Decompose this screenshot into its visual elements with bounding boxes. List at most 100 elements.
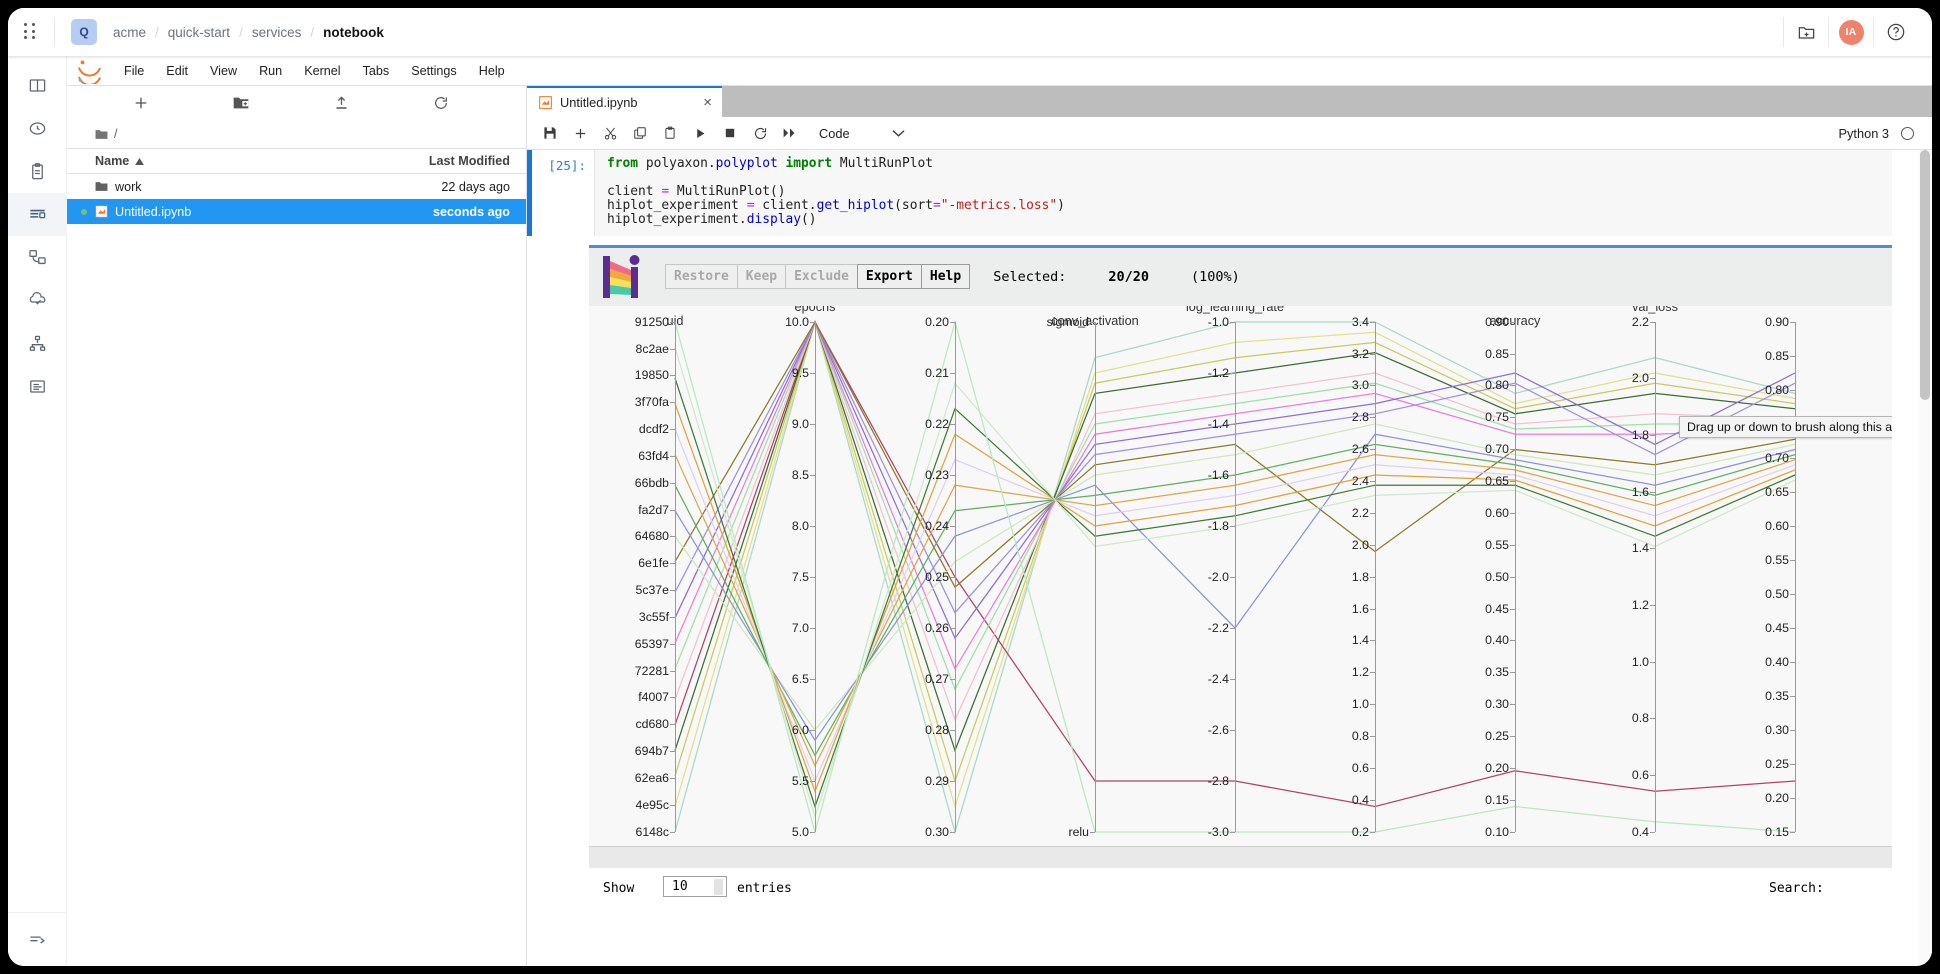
collapse-icon bbox=[27, 930, 48, 949]
axis-tick-accuracy: 0.10 bbox=[1457, 825, 1509, 839]
axis-line-val_accuracy[interactable] bbox=[1795, 322, 1796, 832]
menu-run[interactable]: Run bbox=[248, 60, 293, 82]
axis-tickmark bbox=[950, 628, 955, 629]
breadcrumb-item-services[interactable]: services bbox=[252, 25, 302, 40]
close-icon[interactable]: × bbox=[703, 95, 712, 110]
help-icon[interactable] bbox=[1874, 8, 1918, 56]
keep-button[interactable]: Keep bbox=[737, 264, 786, 289]
kernel-status[interactable]: Python 3 bbox=[1838, 126, 1924, 141]
column-header-name[interactable]: Name bbox=[95, 154, 406, 168]
axis-tick-accuracy: 0.35 bbox=[1457, 665, 1509, 679]
stop-icon[interactable] bbox=[715, 118, 745, 148]
file-browser-breadcrumb[interactable]: / bbox=[67, 120, 526, 148]
insert-cell-icon[interactable] bbox=[565, 118, 595, 148]
axis-line-conv_activation[interactable] bbox=[1095, 322, 1096, 832]
tab-untitled-ipynb[interactable]: Untitled.ipynb × bbox=[527, 86, 722, 117]
breadcrumb-item-acme[interactable]: acme bbox=[113, 25, 146, 40]
new-launcher-icon[interactable] bbox=[91, 95, 191, 111]
axis-tickmark bbox=[1510, 449, 1515, 450]
axis-title-epochs[interactable]: epochs bbox=[795, 306, 836, 314]
axis-tick-loss: 3.4 bbox=[1317, 315, 1369, 329]
sidebar-item-cloud-check[interactable] bbox=[8, 279, 67, 322]
restore-button[interactable]: Restore bbox=[665, 264, 738, 289]
sidebar-item-clipboard[interactable] bbox=[8, 150, 67, 193]
axis-tickmark bbox=[1790, 594, 1795, 595]
sidebar-item-compare[interactable] bbox=[8, 236, 67, 279]
cell-type-select[interactable]: Code bbox=[819, 126, 905, 141]
save-icon[interactable] bbox=[535, 118, 565, 148]
scrollbar-thumb[interactable] bbox=[1920, 150, 1930, 400]
menu-view[interactable]: View bbox=[199, 60, 248, 82]
axis-tick-uid: 64680 bbox=[617, 529, 669, 543]
new-folder-icon[interactable] bbox=[191, 96, 291, 110]
sidebar-item-panels[interactable] bbox=[8, 64, 67, 107]
entries-select[interactable]: 10 bbox=[663, 876, 727, 897]
axis-tickmark bbox=[1650, 775, 1655, 776]
axis-tick-epochs: 8.0 bbox=[757, 519, 809, 533]
exclude-button[interactable]: Exclude bbox=[785, 264, 858, 289]
axis-tickmark bbox=[1370, 768, 1375, 769]
help-button[interactable]: Help bbox=[921, 264, 970, 289]
export-button[interactable]: Export bbox=[857, 264, 922, 289]
folder-add-icon[interactable] bbox=[1784, 8, 1828, 56]
axis-line-epochs[interactable] bbox=[815, 322, 816, 832]
axis-tickmark bbox=[1370, 577, 1375, 578]
sidebar-item-dashboard[interactable] bbox=[8, 193, 67, 236]
column-header-modified[interactable]: Last Modified bbox=[406, 154, 526, 168]
file-row-untitled-ipynb[interactable]: Untitled.ipynb seconds ago bbox=[67, 199, 526, 224]
axis-tick-loss: 0.4 bbox=[1317, 793, 1369, 807]
sidebar-collapse[interactable] bbox=[8, 912, 67, 966]
sidebar-item-sitemap[interactable] bbox=[8, 322, 67, 365]
axis-tickmark bbox=[1510, 704, 1515, 705]
paste-icon[interactable] bbox=[655, 118, 685, 148]
axis-title-log_learning_rate[interactable]: log_learning_rate bbox=[1186, 306, 1284, 314]
notebook-scrollbar[interactable] bbox=[1918, 150, 1932, 966]
org-logo[interactable]: Q bbox=[71, 19, 97, 45]
menu-settings[interactable]: Settings bbox=[400, 60, 468, 82]
axis-tickmark bbox=[1650, 605, 1655, 606]
sidebar-item-document[interactable] bbox=[8, 365, 67, 408]
avatar[interactable]: IA bbox=[1829, 8, 1873, 56]
axis-tick-loss: 1.0 bbox=[1317, 697, 1369, 711]
restart-icon[interactable] bbox=[745, 118, 775, 148]
breadcrumb-item-notebook[interactable]: notebook bbox=[323, 25, 384, 40]
axis-line-dropout[interactable] bbox=[955, 322, 956, 832]
copy-icon[interactable] bbox=[625, 118, 655, 148]
breadcrumb-item-quick-start[interactable]: quick-start bbox=[168, 25, 230, 40]
spinner-arrows-icon[interactable] bbox=[714, 879, 723, 895]
selected-count: 20/20 bbox=[1108, 269, 1149, 285]
hiplot-table-controls: Show 10 entries Search: bbox=[589, 868, 1892, 908]
app-grid-menu[interactable] bbox=[8, 23, 54, 41]
restart-run-all-icon[interactable] bbox=[775, 118, 805, 148]
upload-icon[interactable] bbox=[291, 95, 391, 111]
parallel-coordinates-plot[interactable]: uid912508c2ae198503f70fadcdf263fd466bdbf… bbox=[589, 306, 1892, 846]
axis-tickmark bbox=[1370, 736, 1375, 737]
axis-tickmark bbox=[1230, 679, 1235, 680]
axis-tick-uid: 8c2ae bbox=[617, 342, 669, 356]
cut-icon[interactable] bbox=[595, 118, 625, 148]
axis-line-uid[interactable] bbox=[675, 322, 676, 832]
axis-title-val_loss[interactable]: val_loss bbox=[1632, 306, 1678, 314]
axis-tick-accuracy: 0.55 bbox=[1457, 538, 1509, 552]
menu-help[interactable]: Help bbox=[468, 60, 516, 82]
axis-line-log_learning_rate[interactable] bbox=[1235, 322, 1236, 832]
axis-line-accuracy[interactable] bbox=[1515, 322, 1516, 832]
axis-tick-log_learning_rate: -2.4 bbox=[1177, 672, 1229, 686]
cell-source[interactable]: from polyaxon.polyplot import MultiRunPl… bbox=[594, 150, 1892, 236]
run-icon[interactable] bbox=[685, 118, 715, 148]
sidebar-item-clock[interactable] bbox=[8, 107, 67, 150]
axis-line-loss[interactable] bbox=[1375, 322, 1376, 832]
file-name: Untitled.ipynb bbox=[115, 205, 191, 219]
menu-file[interactable]: File bbox=[113, 60, 155, 82]
refresh-icon[interactable] bbox=[391, 95, 491, 111]
menu-tabs[interactable]: Tabs bbox=[352, 60, 401, 82]
entries-value: 10 bbox=[672, 879, 688, 894]
menu-kernel[interactable]: Kernel bbox=[293, 60, 351, 82]
menu-edit[interactable]: Edit bbox=[155, 60, 199, 82]
code-cell[interactable]: [25]: from polyaxon.polyplot import Mult… bbox=[527, 150, 1932, 236]
axis-tickmark bbox=[810, 373, 815, 374]
file-row-work[interactable]: work 22 days ago bbox=[67, 174, 526, 199]
axis-line-val_loss[interactable] bbox=[1655, 322, 1656, 832]
plot-horizontal-scrollbar[interactable] bbox=[589, 846, 1892, 868]
axis-tick-log_learning_rate: -2.2 bbox=[1177, 621, 1229, 635]
